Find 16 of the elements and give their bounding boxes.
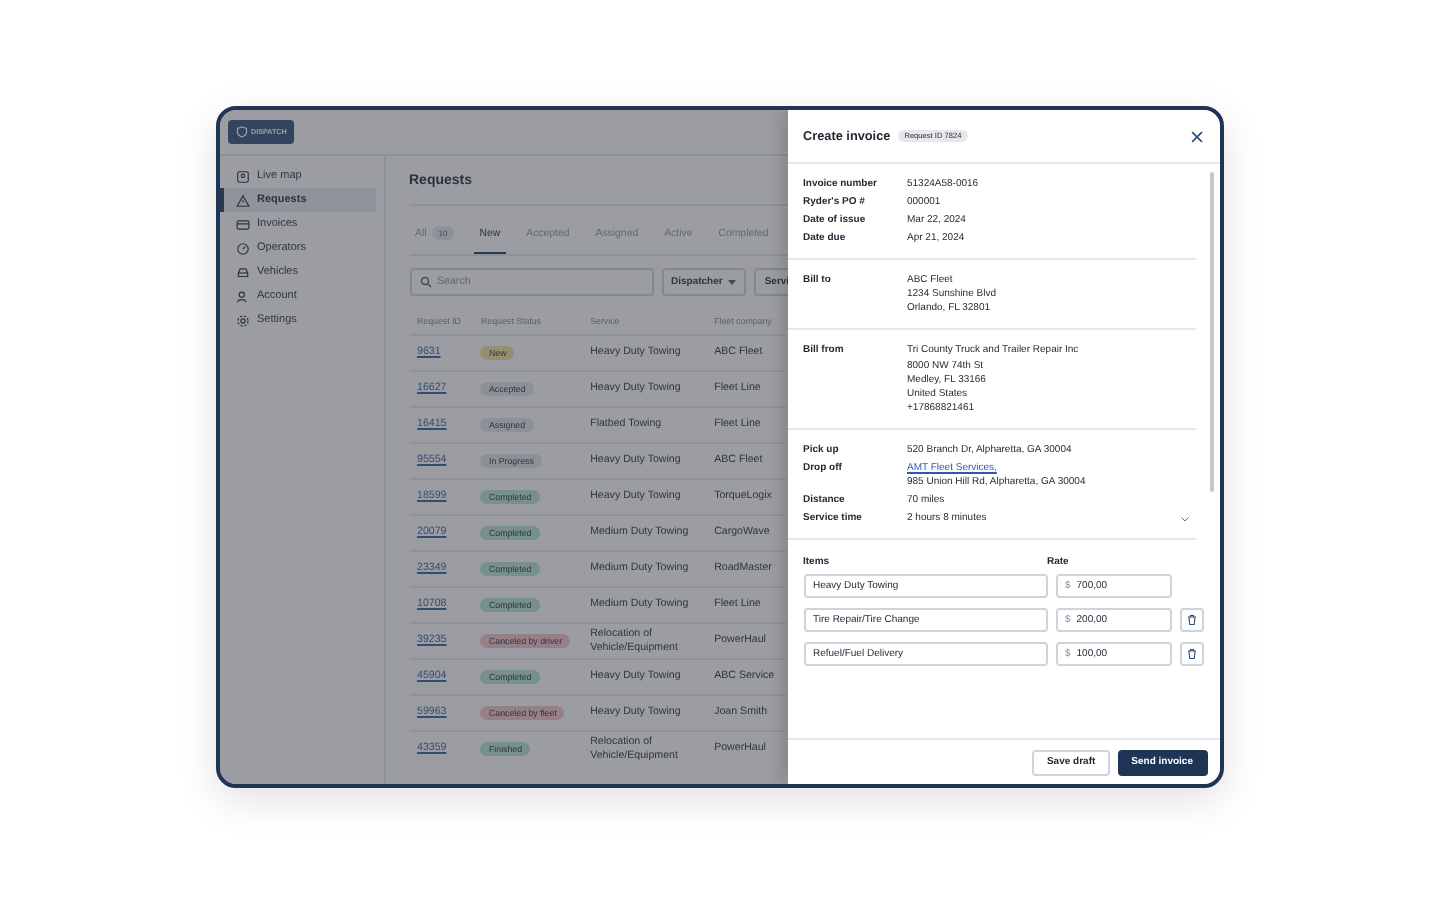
shield-icon: [235, 126, 247, 138]
car-icon: [235, 265, 249, 279]
person-icon: [235, 289, 249, 303]
caret-icon: [728, 279, 737, 285]
gauge-icon: [235, 241, 249, 255]
warning-icon: [235, 193, 249, 207]
map-icon: [235, 169, 249, 183]
card-icon: [235, 217, 249, 231]
trash-icon: [1185, 614, 1197, 627]
close-icon[interactable]: [1189, 129, 1203, 143]
search-icon: [419, 276, 431, 288]
delete-button[interactable]: [1179, 642, 1203, 667]
gear-icon: [235, 313, 249, 327]
trash-icon: [1185, 648, 1197, 661]
delete-button[interactable]: [1179, 608, 1203, 633]
chevron-icon[interactable]: [1179, 514, 1189, 525]
